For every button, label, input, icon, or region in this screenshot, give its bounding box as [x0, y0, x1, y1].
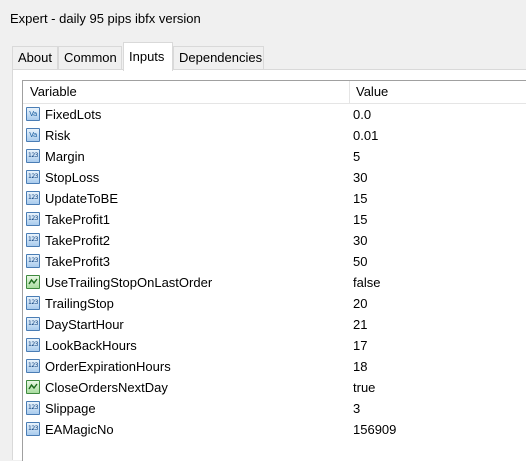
table-row[interactable]: 123 TakeProfit3 50: [23, 251, 526, 272]
integer-type-icon: 123: [26, 296, 40, 310]
variable-value[interactable]: 30: [353, 167, 367, 188]
table-row[interactable]: 123 TrailingStop 20: [23, 293, 526, 314]
variable-name: CloseOrdersNextDay: [45, 380, 168, 395]
double-type-icon: Va: [26, 107, 40, 121]
variable-name: TakeProfit1: [45, 212, 111, 227]
variable-value[interactable]: 0.0: [353, 104, 371, 125]
table-row[interactable]: UseTrailingStopOnLastOrder false: [23, 272, 526, 293]
variable-value[interactable]: 15: [353, 188, 367, 209]
table-row[interactable]: 123 TakeProfit2 30: [23, 230, 526, 251]
variable-value[interactable]: 20: [353, 293, 367, 314]
variable-name: DayStartHour: [45, 317, 124, 332]
tab-strip: About Common Inputs Dependencies: [0, 42, 526, 71]
table-row[interactable]: 123 EAMagicNo 156909: [23, 419, 526, 440]
tab-inputs[interactable]: Inputs: [123, 42, 173, 71]
integer-type-icon: 123: [26, 212, 40, 226]
variable-name: TakeProfit2: [45, 233, 111, 248]
column-separator[interactable]: [349, 81, 350, 103]
variable-value[interactable]: false: [353, 272, 380, 293]
variable-value[interactable]: true: [353, 377, 375, 398]
integer-type-icon: 123: [26, 422, 40, 436]
variable-name: Risk: [45, 128, 71, 143]
variable-name: TrailingStop: [45, 296, 114, 311]
table-row[interactable]: Va FixedLots 0.0: [23, 104, 526, 125]
tab-about[interactable]: About: [12, 46, 58, 70]
variable-name: Margin: [45, 149, 85, 164]
variable-name: TakeProfit3: [45, 254, 111, 269]
table-row[interactable]: CloseOrdersNextDay true: [23, 377, 526, 398]
table-row[interactable]: 123 DayStartHour 21: [23, 314, 526, 335]
double-type-icon: Va: [26, 128, 40, 142]
integer-type-icon: 123: [26, 170, 40, 184]
variable-value[interactable]: 0.01: [353, 125, 378, 146]
variable-name: OrderExpirationHours: [45, 359, 171, 374]
table-body: Va FixedLots 0.0 Va Risk 0.01 123 Margin 5 123 Sto…: [23, 104, 526, 440]
column-header-value[interactable]: Value: [356, 81, 388, 103]
variable-value[interactable]: 3: [353, 398, 360, 419]
table-row[interactable]: 123 LookBackHours 17: [23, 335, 526, 356]
variable-name: FixedLots: [45, 107, 102, 122]
table-row[interactable]: 123 UpdateToBE 15: [23, 188, 526, 209]
integer-type-icon: 123: [26, 149, 40, 163]
integer-type-icon: 123: [26, 254, 40, 268]
variable-name: LookBackHours: [45, 338, 137, 353]
table-header: Variable Value: [23, 81, 526, 104]
integer-type-icon: 123: [26, 317, 40, 331]
boolean-type-icon: [26, 380, 40, 394]
inputs-panel: Variable Value Va FixedLots 0.0 Va Risk 0.01 1…: [12, 69, 526, 461]
column-header-variable[interactable]: Variable: [30, 81, 77, 103]
variable-value[interactable]: 18: [353, 356, 367, 377]
variable-name: UpdateToBE: [45, 191, 118, 206]
table-row[interactable]: 123 Margin 5: [23, 146, 526, 167]
table-row[interactable]: Va Risk 0.01: [23, 125, 526, 146]
integer-type-icon: 123: [26, 191, 40, 205]
window-title: Expert - daily 95 pips ibfx version: [10, 11, 201, 26]
tab-common[interactable]: Common: [58, 46, 122, 70]
table-row[interactable]: 123 StopLoss 30: [23, 167, 526, 188]
tab-dependencies[interactable]: Dependencies: [173, 46, 264, 70]
inputs-table: Variable Value Va FixedLots 0.0 Va Risk 0.01 1…: [22, 80, 526, 461]
variable-value[interactable]: 15: [353, 209, 367, 230]
variable-name: EAMagicNo: [45, 422, 114, 437]
table-row[interactable]: 123 TakeProfit1 15: [23, 209, 526, 230]
variable-name: StopLoss: [45, 170, 100, 185]
variable-name: UseTrailingStopOnLastOrder: [45, 275, 213, 290]
table-row[interactable]: 123 Slippage 3: [23, 398, 526, 419]
variable-value[interactable]: 5: [353, 146, 360, 167]
title-bar[interactable]: Expert - daily 95 pips ibfx version: [0, 0, 526, 40]
integer-type-icon: 123: [26, 338, 40, 352]
variable-value[interactable]: 156909: [353, 419, 396, 440]
integer-type-icon: 123: [26, 401, 40, 415]
table-row[interactable]: 123 OrderExpirationHours 18: [23, 356, 526, 377]
integer-type-icon: 123: [26, 233, 40, 247]
variable-value[interactable]: 21: [353, 314, 367, 335]
boolean-type-icon: [26, 275, 40, 289]
variable-value[interactable]: 17: [353, 335, 367, 356]
variable-name: Slippage: [45, 401, 96, 416]
integer-type-icon: 123: [26, 359, 40, 373]
variable-value[interactable]: 30: [353, 230, 367, 251]
variable-value[interactable]: 50: [353, 251, 367, 272]
